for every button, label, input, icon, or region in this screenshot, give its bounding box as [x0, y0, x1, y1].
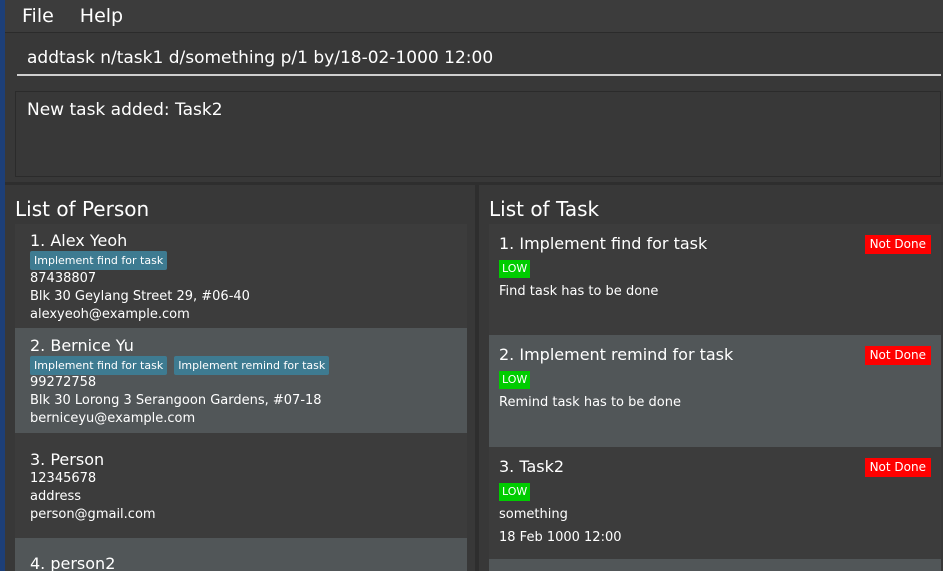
person-card[interactable]: 4. person2 — [15, 538, 467, 571]
person-email: person@gmail.com — [30, 507, 156, 522]
person-list-title: List of Person — [15, 197, 150, 221]
person-tag: Implement find for task — [30, 356, 168, 375]
task-priority-badge: LOW — [499, 371, 531, 389]
person-phone: 99272758 — [30, 375, 97, 390]
task-title: 3. Task2 — [499, 457, 565, 476]
person-name: 3. Person — [30, 450, 105, 469]
person-tag: Implement find for task — [30, 251, 168, 270]
task-card[interactable]: 1. Implement find for task Not Done LOW … — [489, 224, 941, 335]
person-card[interactable]: 1. Alex Yeoh Implement find for task 874… — [15, 224, 467, 328]
task-list-panel: List of Task 1. Implement find for task … — [479, 185, 943, 571]
command-input[interactable] — [17, 42, 941, 76]
task-card[interactable]: 2. Implement remind for task Not Done LO… — [489, 335, 941, 447]
person-list-panel: List of Person 1. Alex Yeoh Implement fi… — [5, 185, 475, 571]
person-phone: 87438807 — [30, 271, 97, 286]
person-tags: Implement find for task Implement remind… — [30, 356, 330, 375]
task-deadline: 18 Feb 1000 12:00 — [499, 530, 622, 545]
person-name: 1. Alex Yeoh — [30, 231, 128, 250]
person-tags: Implement find for task — [30, 251, 168, 270]
menu-help[interactable]: Help — [63, 5, 132, 27]
person-card[interactable]: 2. Bernice Yu Implement find for task Im… — [15, 328, 467, 433]
menu-file[interactable]: File — [13, 5, 63, 27]
person-card[interactable]: 3. Person 12345678 address person@gmail.… — [15, 433, 467, 538]
person-address: address — [30, 489, 82, 504]
task-description: something — [499, 507, 568, 522]
result-text: New task added: Task2 — [27, 100, 223, 120]
person-address: Blk 30 Lorong 3 Serangoon Gardens, #07-1… — [30, 393, 322, 408]
person-email: berniceyu@example.com — [30, 411, 196, 426]
task-card[interactable] — [489, 559, 941, 571]
person-name: 2. Bernice Yu — [30, 336, 134, 355]
task-description: Remind task has to be done — [499, 395, 681, 410]
task-title: 2. Implement remind for task — [499, 345, 734, 364]
task-card[interactable]: 3. Task2 Not Done LOW something 18 Feb 1… — [489, 447, 941, 559]
task-status-badge: Not Done — [864, 458, 931, 477]
person-address: Blk 30 Geylang Street 29, #06-40 — [30, 289, 250, 304]
task-description: Find task has to be done — [499, 284, 659, 299]
person-name: 4. person2 — [30, 554, 116, 571]
task-list-title: List of Task — [489, 197, 600, 221]
task-priority-badge: LOW — [499, 260, 531, 278]
task-title: 1. Implement find for task — [499, 234, 708, 253]
task-priority-badge: LOW — [499, 483, 531, 501]
command-box — [5, 33, 943, 85]
result-display[interactable]: New task added: Task2 — [15, 91, 941, 177]
task-status-badge: Not Done — [864, 235, 931, 254]
task-status-badge: Not Done — [864, 346, 931, 365]
menu-bar: File Help — [5, 0, 943, 33]
person-tag: Implement remind for task — [174, 356, 330, 375]
person-email: alexyeoh@example.com — [30, 307, 190, 322]
person-phone: 12345678 — [30, 471, 97, 486]
